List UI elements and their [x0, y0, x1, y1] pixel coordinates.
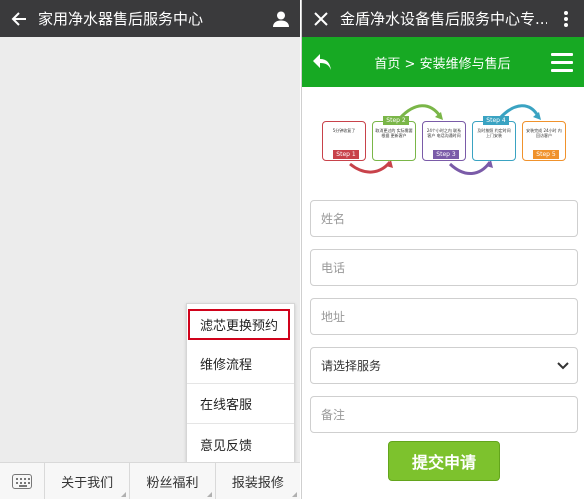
left-pane: 家用净水器售后服务中心 滤芯更换预约 维修流程 在线客服 意见反馈 关于我们 粉… — [0, 0, 300, 499]
step-tag: Step 5 — [533, 150, 559, 159]
return-arrow-icon[interactable] — [302, 37, 342, 87]
menu-tab-about-us[interactable]: 关于我们 — [45, 462, 131, 499]
step-text: 24个小时之内 联系客户 电话沟通时间 — [426, 128, 462, 138]
notes-field[interactable]: 备注 — [310, 396, 578, 433]
more-options-icon[interactable] — [547, 0, 584, 37]
menu-tab-label: 报装报修 — [231, 475, 284, 491]
submenu-indicator-icon — [206, 491, 212, 497]
popup-submenu: 滤芯更换预约 维修流程 在线客服 意见反馈 — [186, 303, 295, 463]
submit-button[interactable]: 提交申请 — [388, 441, 500, 481]
user-profile-icon[interactable] — [262, 0, 300, 37]
menu-item-feedback[interactable]: 意见反馈 — [187, 424, 294, 464]
back-arrow-icon[interactable] — [0, 0, 38, 37]
step-text: 取消更过的 实际需要根据 更新客户 — [375, 128, 413, 138]
menu-tab-label: 关于我们 — [61, 475, 114, 491]
service-steps-graphic: 5分钟收复了 Step 1 取消更过的 实际需要根据 更新客户 Step 2 2… — [320, 100, 566, 178]
step-text: 安装完成 24小时 内回访客户 — [526, 128, 562, 138]
step-3-card: 24个小时之内 联系客户 电话沟通时间 Step 3 — [422, 121, 466, 161]
step-tag: Step 4 — [483, 116, 509, 125]
right-page-title: 金盾净水设备售后服务中心专... — [340, 10, 547, 28]
hamburger-menu-icon[interactable] — [539, 37, 584, 87]
service-request-form: 姓名 电话 地址 请选择服务 备注 — [310, 200, 578, 445]
site-header: 首页 > 安装维修与售后 — [302, 37, 584, 87]
address-field[interactable]: 地址 — [310, 298, 578, 335]
bottom-menu-bar: 关于我们 粉丝福利 报装报修 — [0, 462, 300, 499]
keyboard-icon — [12, 473, 32, 489]
phone-field[interactable]: 电话 — [310, 249, 578, 286]
step-2-card: 取消更过的 实际需要根据 更新客户 Step 2 — [372, 116, 416, 161]
step-text: 及时按照 约定时间 上门安装 — [477, 128, 511, 138]
step-tag: Step 1 — [333, 150, 359, 159]
menu-item-filter-replacement[interactable]: 滤芯更换预约 — [188, 309, 290, 340]
right-top-bar: 金盾净水设备售后服务中心专... — [302, 0, 584, 37]
breadcrumb[interactable]: 首页 > 安装维修与售后 — [342, 53, 539, 72]
screenshot: 家用净水器售后服务中心 滤芯更换预约 维修流程 在线客服 意见反馈 关于我们 粉… — [0, 0, 584, 499]
menu-tab-fan-benefits[interactable]: 粉丝福利 — [130, 462, 216, 499]
menu-item-online-service[interactable]: 在线客服 — [187, 384, 294, 424]
step-tag: Step 2 — [383, 116, 409, 125]
left-page-title: 家用净水器售后服务中心 — [38, 10, 204, 28]
submenu-indicator-icon — [291, 491, 297, 497]
step-4-card: 及时按照 约定时间 上门安装 Step 4 — [472, 116, 516, 161]
step-tag: Step 3 — [433, 150, 459, 159]
close-icon[interactable] — [302, 0, 340, 37]
submenu-indicator-icon — [121, 491, 127, 497]
left-top-bar: 家用净水器售后服务中心 — [0, 0, 300, 37]
step-1-card: 5分钟收复了 Step 1 — [322, 121, 366, 161]
step-5-card: 安装完成 24小时 内回访客户 Step 5 — [522, 121, 566, 161]
menu-item-repair-process[interactable]: 维修流程 — [187, 344, 294, 384]
menu-tab-install-repair[interactable]: 报装报修 — [216, 463, 300, 499]
service-select-value: 请选择服务 — [321, 359, 382, 373]
step-text: 5分钟收复了 — [332, 128, 356, 133]
menu-tab-label: 粉丝福利 — [146, 475, 199, 491]
right-pane: 金盾净水设备售后服务中心专... 首页 > 安装维修与售后 5分钟收复了 Ste… — [301, 0, 584, 499]
name-field[interactable]: 姓名 — [310, 200, 578, 237]
chevron-down-icon — [557, 361, 569, 369]
service-select[interactable]: 请选择服务 — [310, 347, 578, 384]
keyboard-toggle[interactable] — [0, 462, 45, 499]
